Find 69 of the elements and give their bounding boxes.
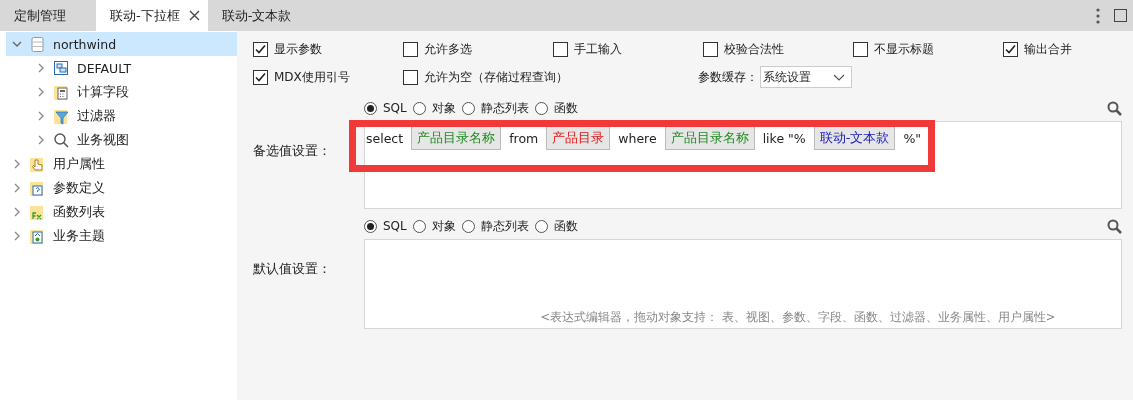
hand-icon <box>29 155 46 173</box>
check-icon <box>1004 42 1017 56</box>
tree-item[interactable]: 计算字段 <box>6 80 237 104</box>
radio-option[interactable]: 静态列表 <box>461 99 529 117</box>
chevron-down-icon <box>833 73 845 81</box>
radio-option[interactable]: 函数 <box>534 217 578 235</box>
radio-option[interactable]: SQL <box>364 217 407 235</box>
radio-button[interactable] <box>461 101 475 115</box>
checkbox[interactable]: 允许多选 <box>403 40 553 58</box>
check-icon <box>254 42 267 56</box>
checkbox[interactable]: 输出合并 <box>1003 40 1072 58</box>
tab[interactable]: 联动-文本款 <box>207 0 304 31</box>
radio-button[interactable] <box>412 219 426 233</box>
search-icon[interactable] <box>1107 218 1122 234</box>
check-icon <box>254 70 267 84</box>
search-icon[interactable] <box>1107 100 1122 116</box>
radio-button[interactable] <box>364 219 377 233</box>
checkbox[interactable]: 手工输入 <box>553 40 703 58</box>
radio-option[interactable]: 函数 <box>534 99 578 117</box>
field-chip[interactable]: 产品目录名称 <box>664 126 755 150</box>
checkbox[interactable]: MDX使用引号 <box>253 68 403 86</box>
field-label: 默认值设置： <box>253 260 332 278</box>
checkbox[interactable]: 不显示标题 <box>853 40 1003 58</box>
tree-item[interactable]: DEFAULT <box>6 56 237 80</box>
more-icon[interactable] <box>1096 7 1100 24</box>
tree-item[interactable]: 业务视图 <box>6 128 237 152</box>
radio-option[interactable]: 对象 <box>412 217 456 235</box>
cache-label: 参数缓存： <box>698 68 758 86</box>
cube-icon <box>53 59 70 77</box>
field-label: 备选值设置： <box>253 142 332 160</box>
funnel-icon <box>53 107 70 125</box>
box-icon <box>29 227 46 245</box>
tree-item[interactable]: 参数定义 <box>6 176 237 200</box>
calculator-icon <box>53 83 70 101</box>
parameter-chip[interactable]: 联动-文本款 <box>813 126 896 150</box>
tree-item[interactable]: 过滤器 <box>6 104 237 128</box>
radio-button[interactable] <box>534 219 548 233</box>
sql-text: select <box>366 130 404 146</box>
cache-dropdown[interactable]: 系统设置 <box>760 66 852 88</box>
checkbox[interactable]: 校验合法性 <box>703 40 853 58</box>
radio-option[interactable]: 静态列表 <box>461 217 529 235</box>
expression-editor[interactable]: <表达式编辑器，拖动对象支持： 表、视图、参数、字段、函数、过滤器、业务属性、用户属性> <box>364 239 1122 329</box>
tree-item[interactable]: 函数列表 <box>6 200 237 224</box>
close-icon[interactable] <box>188 10 200 21</box>
tree-item[interactable]: 业务主题 <box>6 224 237 248</box>
tree-item[interactable]: 用户属性 <box>6 152 237 176</box>
table-chip[interactable]: 产品目录 <box>546 126 611 150</box>
radio-option[interactable]: SQL <box>364 99 407 117</box>
checkbox[interactable]: 允许为空（存储过程查询） <box>403 68 698 86</box>
sql-text: from <box>509 130 539 146</box>
radio-button[interactable] <box>534 101 548 115</box>
question-icon <box>29 179 46 197</box>
tab[interactable]: 定制管理 <box>0 0 96 31</box>
editor-placeholder: <表达式编辑器，拖动对象支持： 表、视图、参数、字段、函数、过滤器、业务属性、用户属性> <box>540 310 1056 326</box>
function-icon <box>29 203 46 221</box>
sql-text: like "% <box>762 130 806 146</box>
radio-option[interactable]: 对象 <box>412 99 456 117</box>
radio-button[interactable] <box>412 101 426 115</box>
search-icon <box>53 131 70 149</box>
checkbox[interactable]: 显示参数 <box>253 40 403 58</box>
sql-text: %" <box>903 130 921 146</box>
field-chip[interactable]: 产品目录名称 <box>411 126 502 150</box>
maximize-icon[interactable] <box>1114 9 1127 22</box>
sql-text: where <box>618 130 657 146</box>
radio-button[interactable] <box>364 101 377 115</box>
tree-item[interactable]: northwind <box>6 32 237 56</box>
tab[interactable]: 联动-下拉框 <box>96 0 208 31</box>
radio-button[interactable] <box>461 219 475 233</box>
database-icon <box>29 35 46 53</box>
